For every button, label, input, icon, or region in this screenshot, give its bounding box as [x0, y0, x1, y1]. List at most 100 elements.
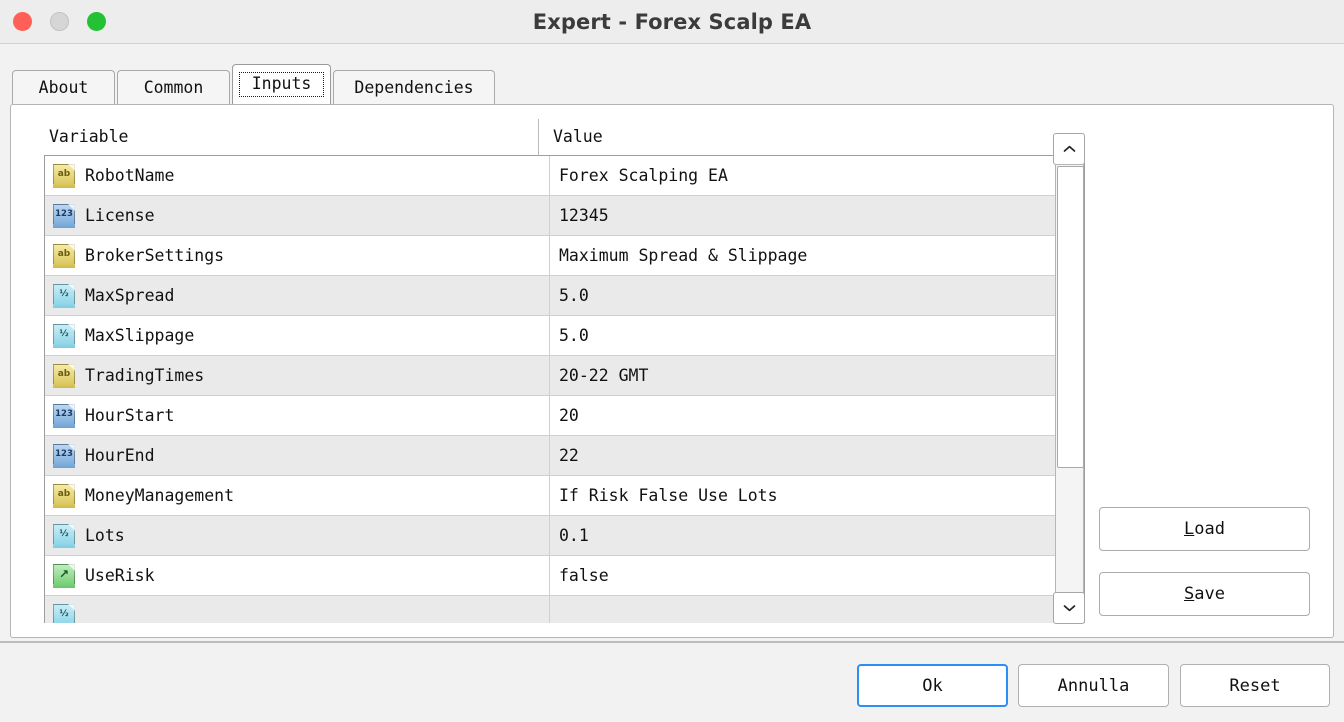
variable-cell[interactable]: 123 License [45, 203, 549, 228]
table-row[interactable]: 123 HourEnd 22 [45, 436, 1084, 476]
table-row[interactable]: ab MoneyManagement If Risk False Use Lots [45, 476, 1084, 516]
variable-cell[interactable]: 123 HourEnd [45, 443, 549, 468]
table-row[interactable]: ab RobotName Forex Scalping EA [45, 156, 1084, 196]
string-type-icon: ab [53, 243, 75, 268]
value-cell[interactable]: 22 [549, 446, 1084, 465]
inputs-table: Variable Value ab RobotName Forex Scalping… [33, 119, 1085, 624]
tab-inputs-label: Inputs [238, 71, 325, 98]
integer-type-icon: 123 [53, 443, 75, 468]
integer-type-icon: 123 [53, 203, 75, 228]
variable-name: HourEnd [85, 446, 155, 465]
cancel-button[interactable]: Annulla [1018, 664, 1169, 707]
row-column-divider [549, 436, 550, 475]
tab-common[interactable]: Common [117, 70, 230, 104]
variable-name: Lots [85, 526, 125, 545]
variable-cell[interactable]: ab TradingTimes [45, 363, 549, 388]
row-column-divider [549, 196, 550, 235]
row-column-divider [549, 596, 550, 623]
table-row[interactable]: ½ MaxSlippage 5.0 [45, 316, 1084, 356]
value-cell[interactable]: If Risk False Use Lots [549, 486, 1084, 505]
row-column-divider [549, 396, 550, 435]
row-column-divider [549, 516, 550, 555]
value-cell[interactable]: 0.1 [549, 526, 1084, 545]
string-type-icon: ab [53, 163, 75, 188]
table-row[interactable]: ab BrokerSettings Maximum Spread & Slippag… [45, 236, 1084, 276]
integer-type-icon: 123 [53, 403, 75, 428]
window-title: Expert - Forex Scalp EA [532, 10, 812, 34]
value-cell[interactable]: Forex Scalping EA [549, 166, 1084, 185]
variable-name: MoneyManagement [85, 486, 235, 505]
value-cell[interactable]: false [549, 566, 1084, 585]
double-type-icon: ½ [53, 603, 75, 623]
chevron-up-icon [1063, 145, 1075, 152]
row-column-divider [549, 276, 550, 315]
row-column-divider [549, 156, 550, 195]
variable-cell[interactable]: 123 HourStart [45, 403, 549, 428]
double-type-icon: ½ [53, 523, 75, 548]
value-cell[interactable]: 12345 [549, 206, 1084, 225]
table-header-row: Variable Value [33, 119, 1085, 155]
table-row[interactable]: ½ MaxSpread 5.0 [45, 276, 1084, 316]
variable-cell[interactable]: ½ MaxSlippage [45, 323, 549, 348]
variable-cell[interactable]: ab MoneyManagement [45, 483, 549, 508]
tab-about[interactable]: About [12, 70, 115, 104]
column-header-variable: Variable [49, 127, 129, 146]
string-type-icon: ab [53, 483, 75, 508]
value-cell[interactable]: 5.0 [549, 286, 1084, 305]
column-header-value: Value [553, 127, 603, 146]
inputs-grid[interactable]: ab RobotName Forex Scalping EA 123 License 12… [44, 155, 1085, 623]
table-row[interactable]: 123 License 12345 [45, 196, 1084, 236]
tab-common-label: Common [143, 78, 204, 97]
tab-dependencies[interactable]: Dependencies [333, 70, 495, 104]
ok-button[interactable]: Ok [857, 664, 1008, 707]
variable-cell[interactable]: ½ [45, 603, 549, 623]
chevron-down-icon [1063, 605, 1075, 612]
table-row[interactable]: 123 HourStart 20 [45, 396, 1084, 436]
value-cell[interactable]: 20 [549, 406, 1084, 425]
value-cell[interactable]: 20-22 GMT [549, 366, 1084, 385]
tab-bar: About Common Inputs Dependencies [0, 44, 1344, 104]
table-row[interactable]: ab TradingTimes 20-22 GMT [45, 356, 1084, 396]
variable-cell[interactable]: ab BrokerSettings [45, 243, 549, 268]
variable-cell[interactable]: ↗ UseRisk [45, 563, 549, 588]
table-row[interactable]: ↗ UseRisk false [45, 556, 1084, 596]
save-button-accel: S [1184, 584, 1195, 604]
variable-cell[interactable]: ab RobotName [45, 163, 549, 188]
double-type-icon: ½ [53, 323, 75, 348]
window-titlebar: Expert - Forex Scalp EA [0, 0, 1344, 44]
table-row[interactable]: ½ [45, 596, 1084, 623]
reset-button[interactable]: Reset [1180, 664, 1330, 707]
load-button[interactable]: Load [1099, 507, 1310, 551]
row-column-divider [549, 356, 550, 395]
scrollbar-track[interactable] [1055, 164, 1084, 593]
table-row[interactable]: ½ Lots 0.1 [45, 516, 1084, 556]
scroll-down-button[interactable] [1053, 592, 1085, 624]
variable-name: RobotName [85, 166, 175, 185]
row-column-divider [549, 556, 550, 595]
header-column-divider [538, 119, 539, 155]
variable-cell[interactable]: ½ Lots [45, 523, 549, 548]
variable-name: License [85, 206, 155, 225]
save-button[interactable]: Save [1099, 572, 1310, 616]
scrollbar-thumb[interactable] [1057, 166, 1084, 468]
variable-name: MaxSlippage [85, 326, 195, 345]
variable-name: UseRisk [85, 566, 155, 585]
row-column-divider [549, 476, 550, 515]
tab-about-label: About [38, 78, 89, 97]
variable-cell[interactable]: ½ MaxSpread [45, 283, 549, 308]
inputs-panel: Variable Value ab RobotName Forex Scalping… [10, 104, 1334, 638]
tab-dependencies-label: Dependencies [354, 78, 474, 97]
value-cell[interactable]: 5.0 [549, 326, 1084, 345]
load-button-accel: L [1184, 519, 1195, 539]
vertical-scrollbar[interactable] [1053, 133, 1085, 624]
load-button-label: oad [1194, 519, 1225, 539]
dialog-footer: Ok Annulla Reset [0, 643, 1344, 722]
string-type-icon: ab [53, 363, 75, 388]
variable-name: MaxSpread [85, 286, 175, 305]
scroll-up-button[interactable] [1053, 133, 1085, 165]
value-cell[interactable]: Maximum Spread & Slippage [549, 246, 1084, 265]
row-column-divider [549, 316, 550, 355]
tab-inputs[interactable]: Inputs [232, 64, 331, 104]
variable-name: HourStart [85, 406, 175, 425]
double-type-icon: ½ [53, 283, 75, 308]
